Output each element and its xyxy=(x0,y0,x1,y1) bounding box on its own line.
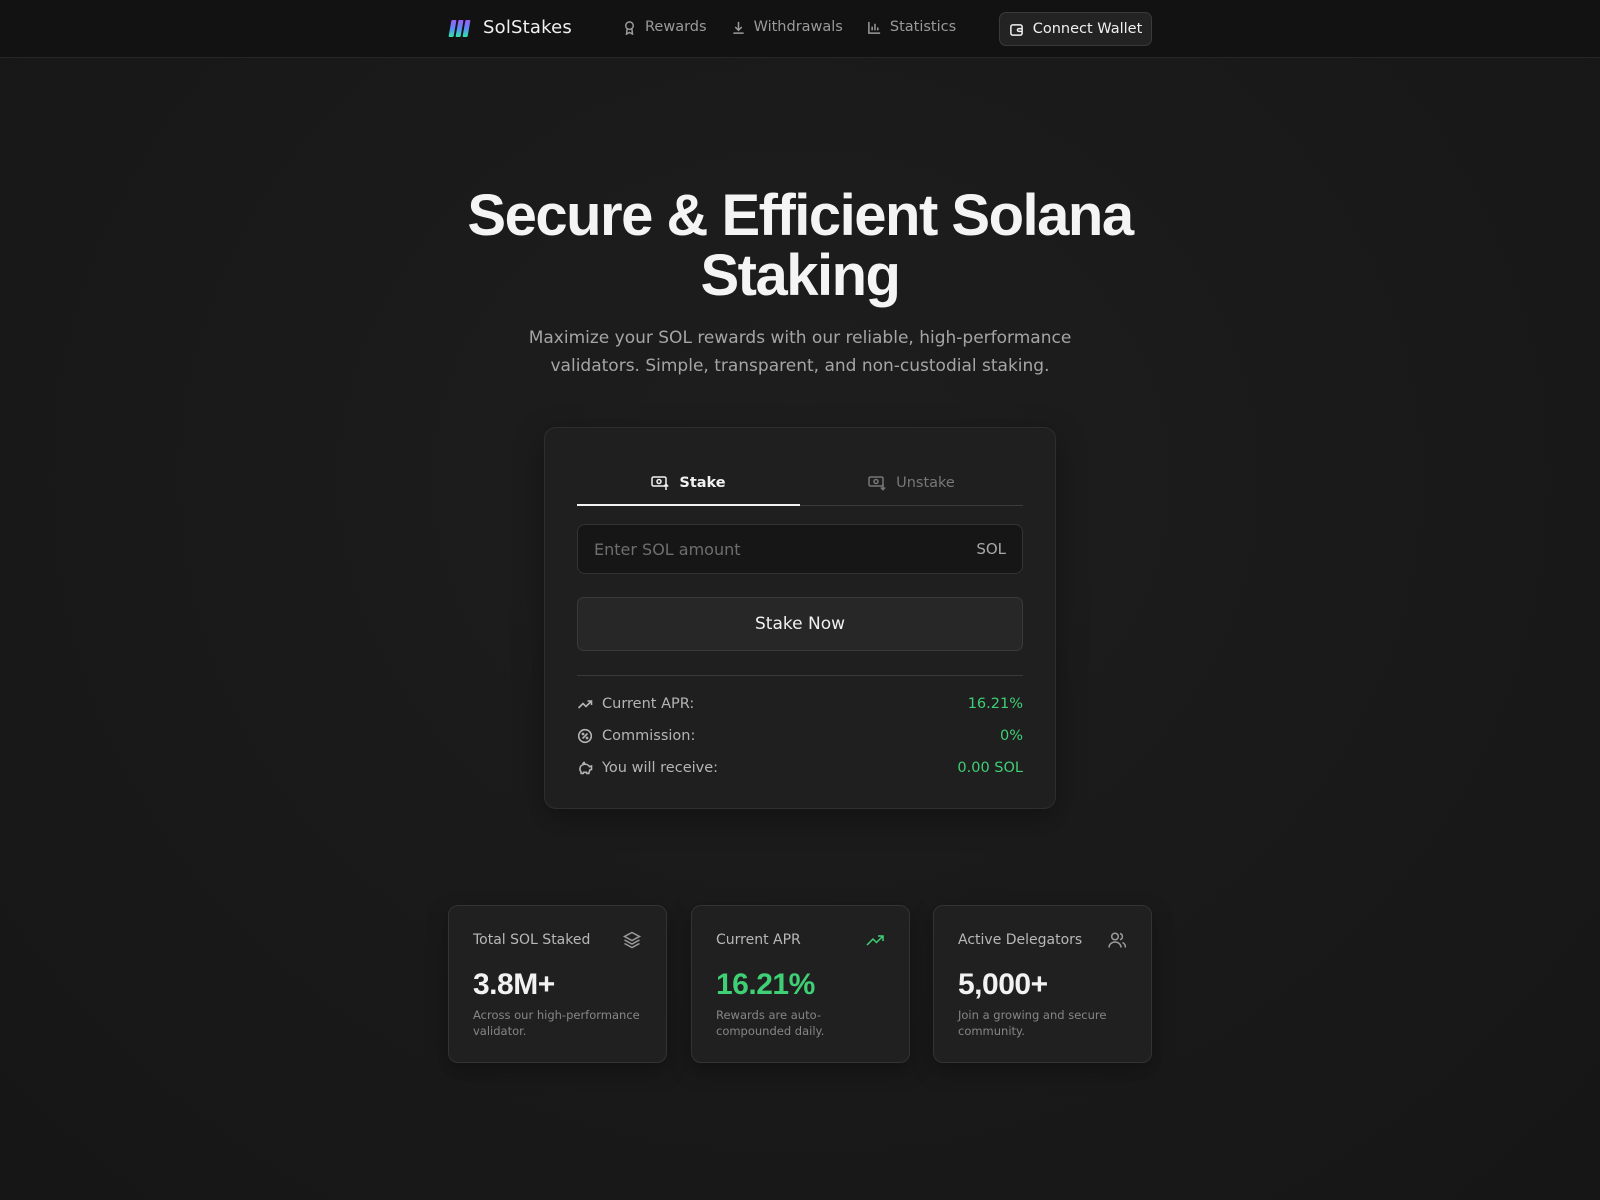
brand[interactable]: SolStakes xyxy=(448,17,572,38)
stat-label: Current APR xyxy=(716,932,801,948)
connect-wallet-label: Connect Wallet xyxy=(1032,21,1143,37)
info-row-receive: You will receive: 0.00 SOL xyxy=(577,758,1023,778)
stat-value: 3.8M+ xyxy=(473,968,555,1001)
stat-card-total-staked: Total SOL Staked 3.8M+ Across our high-p… xyxy=(448,905,667,1063)
download-icon xyxy=(732,21,744,34)
info-label: You will receive: xyxy=(577,760,957,776)
hero-subtitle-line-1: Maximize your SOL rewards with our relia… xyxy=(528,328,1072,348)
tab-stake[interactable]: Stake xyxy=(577,460,800,506)
money-up-icon xyxy=(651,475,670,490)
info-label: Current APR: xyxy=(577,696,968,712)
stat-value: 16.21% xyxy=(716,968,815,1001)
connect-wallet-button[interactable]: Connect Wallet xyxy=(999,12,1152,46)
top-nav: SolStakes Rewards Withdrawals Statistics… xyxy=(0,0,1600,58)
card-divider xyxy=(577,675,1023,676)
info-value-apr: 16.21% xyxy=(967,696,1023,712)
stat-description: Join a growing and secure community. xyxy=(958,1008,1107,1038)
piggy-bank-icon xyxy=(579,761,593,775)
award-icon xyxy=(625,20,634,35)
stat-card-current-apr: Current APR 16.21% Rewards are auto-comp… xyxy=(691,905,910,1063)
brand-name: SolStakes xyxy=(483,17,572,38)
info-label-text: Current APR: xyxy=(602,696,695,712)
stat-label: Active Delegators xyxy=(958,932,1083,948)
trending-up-icon xyxy=(577,700,593,709)
nav-link-withdrawals[interactable]: Withdrawals xyxy=(731,19,843,35)
sol-unit-label: SOL xyxy=(976,540,1006,558)
info-label-text: Commission: xyxy=(602,728,696,744)
hero-subtitle-line-2: validators. Simple, transparent, and non… xyxy=(550,356,1050,376)
tab-label: Unstake xyxy=(896,474,955,491)
wallet-icon xyxy=(1009,23,1023,36)
stake-tabs: Stake Unstake xyxy=(577,460,1023,506)
info-value-commission: 0% xyxy=(999,728,1023,744)
layers-icon xyxy=(622,930,642,950)
info-value-receive: 0.00 SOL xyxy=(957,760,1023,776)
users-icon xyxy=(1107,930,1127,950)
hero-title: Secure & Efficient Solana Staking xyxy=(400,186,1200,306)
stat-description: Rewards are auto-compounded daily. xyxy=(716,1008,825,1038)
stat-description: Across our high-performance validator. xyxy=(473,1008,640,1038)
info-label: Commission: xyxy=(577,728,1000,744)
nav-link-rewards[interactable]: Rewards xyxy=(622,19,707,35)
info-row-commission: Commission: 0% xyxy=(577,726,1023,746)
nav-link-label: Withdrawals xyxy=(753,19,843,35)
sol-amount-field[interactable]: SOL xyxy=(577,524,1023,574)
stat-card-active-delegators: Active Delegators 5,000+ Join a growing … xyxy=(933,905,1152,1063)
nav-link-label: Statistics xyxy=(889,19,957,35)
hero-subtitle: Maximize your SOL rewards with our relia… xyxy=(500,324,1100,380)
info-label-text: You will receive: xyxy=(602,760,719,776)
nav-links: Rewards Withdrawals Statistics xyxy=(622,19,956,35)
stake-card: Stake Unstake SOL Stake Now Current APR:… xyxy=(544,427,1056,809)
hero-title-line-1: Secure & Efficient Solana xyxy=(467,183,1134,248)
brand-logo-icon xyxy=(448,18,471,38)
percent-badge-icon xyxy=(577,728,593,744)
stake-now-button[interactable]: Stake Now xyxy=(577,597,1023,651)
trending-up-icon xyxy=(865,930,885,950)
stat-label: Total SOL Staked xyxy=(473,932,591,948)
nav-link-statistics[interactable]: Statistics xyxy=(867,19,956,35)
sol-amount-input[interactable] xyxy=(594,539,977,559)
stat-value: 5,000+ xyxy=(958,968,1048,1001)
hero-title-line-2: Staking xyxy=(700,243,902,308)
tab-label: Stake xyxy=(679,474,726,491)
tab-unstake[interactable]: Unstake xyxy=(800,460,1023,505)
nav-link-label: Rewards xyxy=(645,19,707,35)
bar-chart-icon xyxy=(868,21,880,34)
money-down-icon xyxy=(868,475,886,491)
info-row-apr: Current APR: 16.21% xyxy=(577,694,1023,714)
